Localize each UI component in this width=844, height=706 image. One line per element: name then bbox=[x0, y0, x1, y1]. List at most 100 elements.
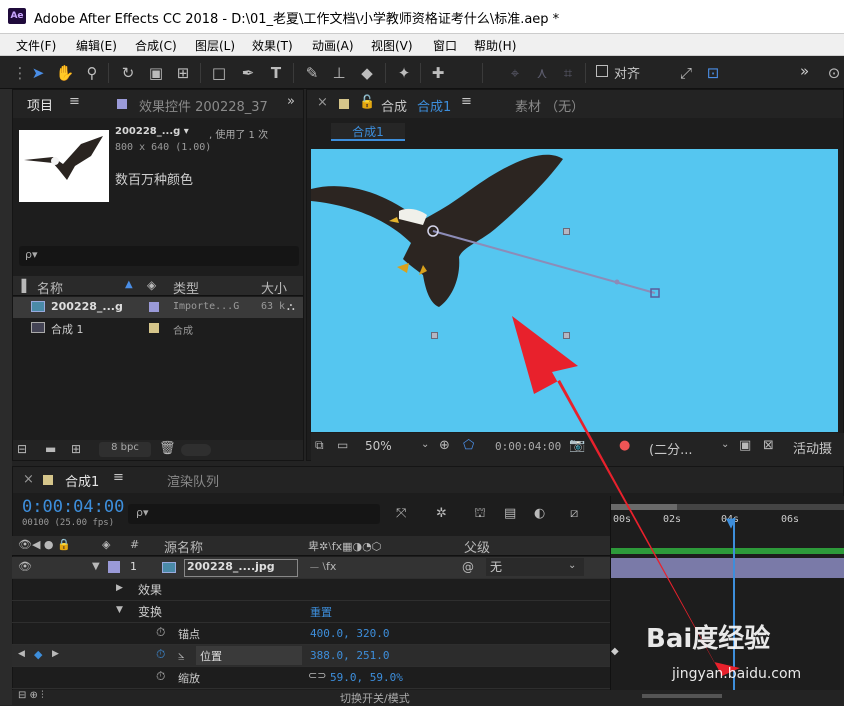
timeline-graph-area[interactable]: 00s 02s 04s 06s ▼ ◆ bbox=[610, 496, 844, 690]
world-axis-icon[interactable]: ⋏ bbox=[530, 61, 554, 85]
snap-target-icon[interactable]: ⊡ bbox=[701, 61, 725, 85]
expand-triangle-icon[interactable]: ▼ bbox=[92, 561, 100, 572]
chevron-down-icon[interactable]: ⌄ bbox=[721, 439, 729, 450]
layer-switches-toggle-icon[interactable]: ⊟ ⊕ ⫶ bbox=[18, 690, 44, 701]
panel-menu-icon[interactable]: ≡ bbox=[461, 94, 472, 109]
position-keyframe-icon[interactable]: ◆ bbox=[611, 646, 619, 657]
layer-switch-icons[interactable]: ⏤ ⧵fx bbox=[310, 560, 336, 574]
close-icon[interactable]: × bbox=[23, 472, 34, 487]
timeline-timecode[interactable]: 0:00:04:00 bbox=[22, 497, 124, 517]
chevron-down-icon[interactable]: ⌄ bbox=[568, 560, 576, 571]
shy-layers-icon[interactable]: ⛫ bbox=[474, 506, 486, 523]
layer-name[interactable]: 200228_....jpg bbox=[184, 559, 298, 577]
rotate-tool-icon[interactable]: ↻ bbox=[116, 61, 140, 85]
comp-mini-flowchart-icon[interactable]: ⤧ bbox=[396, 506, 406, 521]
project-item-row[interactable]: 合成 1 合成 bbox=[13, 318, 303, 339]
color-channels-icon[interactable]: ● bbox=[619, 438, 630, 453]
expand-triangle-icon[interactable]: ▶ bbox=[116, 583, 123, 593]
chevron-down-icon[interactable]: ⌄ bbox=[421, 439, 429, 450]
menu-animation[interactable]: 动画(A) bbox=[312, 37, 354, 54]
snapshot-icon[interactable]: 📷 bbox=[569, 438, 585, 453]
transform-handle[interactable] bbox=[563, 228, 570, 235]
zoom-tool-icon[interactable]: ⚲ bbox=[80, 61, 104, 85]
motion-blur-icon[interactable]: ◐ bbox=[534, 506, 545, 521]
transform-handle[interactable] bbox=[563, 332, 570, 339]
delete-icon[interactable]: 🗑 bbox=[159, 441, 176, 456]
column-parent[interactable]: 父级 bbox=[464, 537, 490, 556]
graph-editor-icon[interactable]: ⧄ bbox=[570, 506, 578, 521]
always-preview-icon[interactable]: ⧉ bbox=[315, 438, 324, 453]
current-time-indicator[interactable] bbox=[733, 518, 735, 690]
tab-project[interactable]: 项目 bbox=[27, 95, 53, 114]
layer-duration-bar[interactable] bbox=[611, 558, 844, 578]
property-row[interactable]: ⏱ 缩放 ⊂⊃ 59.0, 59.0% bbox=[12, 667, 610, 689]
hand-tool-icon[interactable]: ✋ bbox=[53, 61, 77, 85]
toggle-switches-modes[interactable]: 切换开关/模式 bbox=[340, 690, 410, 706]
new-composition-icon[interactable]: ⊞ bbox=[71, 442, 81, 456]
playhead-icon[interactable]: ▼ bbox=[726, 516, 736, 531]
reset-transform-link[interactable]: 重置 bbox=[310, 604, 332, 620]
property-value[interactable]: 388.0, 251.0 bbox=[310, 649, 389, 662]
effects-group-row[interactable]: ▶ 效果 bbox=[12, 579, 610, 601]
composition-viewer[interactable] bbox=[311, 149, 838, 432]
footage-name[interactable]: 200228_...g ▾ bbox=[115, 126, 189, 137]
prev-keyframe-icon[interactable]: ◀ bbox=[18, 649, 25, 659]
pickwhip-icon[interactable]: @ bbox=[462, 560, 474, 574]
column-size[interactable]: 大小 bbox=[261, 278, 287, 297]
brush-tool-icon[interactable]: ✎ bbox=[300, 61, 324, 85]
stopwatch-icon[interactable]: ⏱ bbox=[156, 669, 165, 684]
snap-options-icon[interactable]: ⤢ bbox=[674, 61, 698, 85]
menu-file[interactable]: 文件(F) bbox=[16, 37, 56, 54]
column-source-name[interactable]: 源名称 bbox=[164, 537, 203, 556]
graph-icon[interactable]: ⦥ bbox=[178, 648, 184, 662]
resolution-select[interactable]: (二分... bbox=[649, 439, 692, 458]
layer-row[interactable]: 👁 ▼ 1 200228_....jpg ⏤ ⧵fx @ 无 ⌄ bbox=[12, 557, 610, 579]
clone-stamp-tool-icon[interactable]: ⊥ bbox=[327, 61, 351, 85]
menu-composition[interactable]: 合成(C) bbox=[135, 37, 177, 54]
flowchart-icon[interactable]: ⛬ bbox=[287, 300, 295, 314]
frame-blending-icon[interactable]: ▤ bbox=[504, 506, 516, 521]
camera-tool-icon[interactable]: ▣ bbox=[144, 61, 168, 85]
panel-overflow-icon[interactable]: » bbox=[287, 94, 295, 109]
snap-checkbox[interactable] bbox=[596, 65, 608, 77]
menu-help[interactable]: 帮助(H) bbox=[474, 37, 516, 54]
view-axis-icon[interactable]: ⌗ bbox=[556, 61, 580, 85]
rectangle-tool-icon[interactable]: □ bbox=[207, 61, 231, 85]
project-search-input[interactable]: ρ▾ bbox=[19, 246, 299, 266]
grid-guides-icon[interactable]: ⊕ bbox=[439, 438, 450, 453]
transparency-grid-icon[interactable]: ⊠ bbox=[763, 438, 774, 453]
close-icon[interactable]: × bbox=[317, 95, 328, 110]
project-item-row[interactable]: 200228_...g Importe...G 63 k ⛬ bbox=[13, 297, 303, 318]
pan-behind-tool-icon[interactable]: ⊞ bbox=[171, 61, 195, 85]
zoom-select[interactable]: 50% bbox=[365, 439, 392, 453]
menu-view[interactable]: 视图(V) bbox=[371, 37, 413, 54]
column-name[interactable]: 名称 bbox=[37, 278, 63, 297]
toolbar-more-icon[interactable]: » bbox=[800, 62, 809, 80]
thumbnail-size-slider[interactable] bbox=[181, 444, 211, 456]
tab-footage[interactable]: 素材 （无） bbox=[515, 96, 584, 115]
expand-triangle-icon[interactable]: ▼ bbox=[116, 605, 123, 615]
camera-select[interactable]: 活动摄 bbox=[793, 438, 832, 457]
transform-handle[interactable] bbox=[431, 332, 438, 339]
workspace-icon[interactable]: ⊙ bbox=[824, 61, 844, 85]
draft-3d-icon[interactable]: ✲ bbox=[436, 506, 447, 521]
work-area-start[interactable] bbox=[611, 504, 677, 510]
current-time[interactable]: 0:00:04:00 bbox=[495, 440, 561, 453]
lock-icon[interactable]: 🔓 bbox=[359, 95, 375, 110]
local-axis-icon[interactable]: ⌖ bbox=[503, 61, 527, 85]
tab-timeline-comp[interactable]: 合成1 bbox=[65, 471, 99, 490]
layer-label-swatch[interactable] bbox=[108, 561, 120, 573]
stopwatch-icon[interactable]: ⏱ bbox=[156, 625, 165, 640]
eraser-tool-icon[interactable]: ◆ bbox=[355, 61, 379, 85]
property-value[interactable]: 59.0, 59.0% bbox=[330, 671, 403, 684]
menu-effect[interactable]: 效果(T) bbox=[252, 37, 293, 54]
selection-tool-icon[interactable]: ➤ bbox=[26, 61, 50, 85]
composition-subtab[interactable]: 合成1 bbox=[331, 123, 405, 141]
transform-group-row[interactable]: ▼ 变换 重置 bbox=[12, 601, 610, 623]
property-row[interactable]: ◀ ◆ ▶ ⏱ ⦥ 位置 388.0, 251.0 bbox=[12, 645, 610, 667]
mask-visibility-icon[interactable]: ⬠ bbox=[463, 438, 474, 453]
puppet-pin-tool-icon[interactable]: ✚ bbox=[426, 61, 450, 85]
interpret-footage-icon[interactable]: ⊟ bbox=[17, 442, 27, 456]
column-type[interactable]: 类型 bbox=[173, 278, 199, 297]
visibility-eye-icon[interactable]: 👁 bbox=[18, 560, 32, 573]
